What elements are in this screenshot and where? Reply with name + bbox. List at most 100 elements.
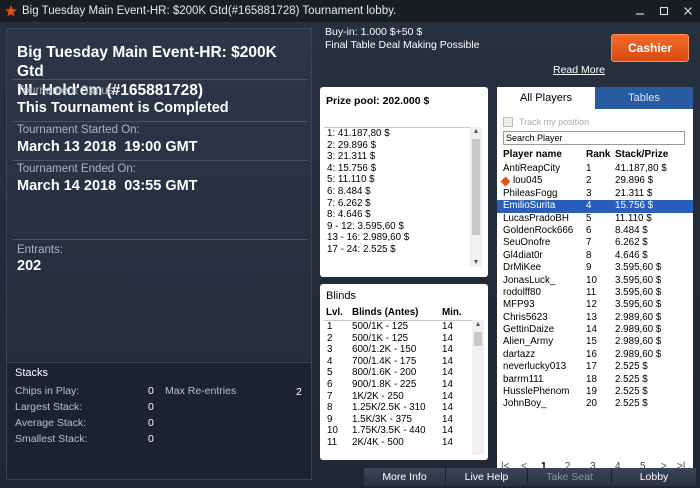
close-button[interactable] — [676, 0, 700, 22]
prize-pool-header: Prize pool: 202.000 $ — [326, 95, 430, 107]
player-stack-prize: 2.989,60 $ — [615, 336, 662, 348]
blinds-value: 900/1.8K - 225 — [352, 378, 417, 390]
blinds-level: 10 — [327, 425, 338, 437]
prize-row: 3: 21.311 $ — [327, 151, 376, 163]
average-stack-value: 0 — [148, 417, 154, 429]
player-rank: 11 — [586, 286, 597, 298]
search-player-input[interactable]: Search Player — [503, 131, 685, 145]
chips-in-play-label: Chips in Play: — [15, 385, 80, 397]
player-rank: 7 — [586, 237, 592, 249]
header-rank[interactable]: Rank — [586, 149, 610, 160]
blinds-scrollbar[interactable]: ▲ — [472, 320, 484, 455]
deal-making-text: Final Table Deal Making Possible — [325, 39, 480, 51]
player-name: SeuOnofre — [503, 237, 551, 249]
player-row[interactable]: barrm111 18 2.525 $ — [497, 374, 693, 386]
blinds-minutes: 14 — [442, 321, 453, 332]
header-stack-prize[interactable]: Stack/Prize — [615, 149, 668, 160]
player-stack-prize: 11.110 $ — [615, 212, 652, 224]
player-row[interactable]: EmilioSurita 4 15.756 $ — [497, 200, 693, 213]
scroll-thumb[interactable] — [474, 332, 482, 346]
player-rank: 8 — [586, 249, 592, 261]
player-row[interactable]: neverlucky013 17 2.525 $ — [497, 361, 693, 373]
player-stack-prize: 15.756 $ — [615, 200, 654, 212]
player-row[interactable]: lou045 2 29.896 $ — [497, 175, 693, 187]
blinds-minutes: 14 — [442, 413, 453, 425]
player-name: GoldenRock666 — [503, 224, 574, 236]
scroll-up-icon[interactable]: ▲ — [470, 128, 482, 135]
player-name: Chris5623 — [503, 311, 548, 323]
smallest-stack-label: Smallest Stack: — [15, 433, 88, 445]
ended-label: Tournament Ended On: — [17, 163, 136, 175]
player-row[interactable]: dartazz 16 2.989,60 $ — [497, 349, 693, 361]
blinds-minutes: 14 — [442, 402, 453, 414]
player-row[interactable]: HusslePhenom 19 2.525 $ — [497, 386, 693, 398]
blinds-value: 700/1.4K - 175 — [352, 355, 417, 367]
player-row[interactable]: DrMiKee 9 3.595,60 $ — [497, 262, 693, 274]
blinds-minutes: 14 — [442, 378, 453, 390]
blinds-row: 11 2K/4K - 500 14 — [324, 437, 482, 449]
average-stack-label: Average Stack: — [15, 417, 87, 429]
track-position[interactable]: Track my position — [503, 117, 589, 127]
blinds-level: 5 — [327, 367, 333, 379]
scroll-down-icon[interactable]: ▼ — [470, 259, 482, 266]
player-name: neverlucky013 — [503, 361, 567, 373]
player-row[interactable]: JohnBoy_ 20 2.525 $ — [497, 398, 693, 410]
maximize-button[interactable] — [652, 0, 676, 22]
blinds-header-blinds: Blinds (Antes) — [352, 307, 419, 318]
live-help-button[interactable]: Live Help — [446, 468, 528, 486]
player-row[interactable]: PhileasFogg 3 21.311 $ — [497, 188, 693, 200]
prize-row: 6: 8.484 $ — [327, 185, 371, 197]
take-seat-button[interactable]: Take Seat — [528, 468, 612, 486]
player-row[interactable]: Alien_Army 15 2.989,60 $ — [497, 336, 693, 348]
blinds-header-min: Min. — [442, 307, 462, 318]
blinds-row: 8 1.25K/2.5K - 310 14 — [324, 402, 482, 414]
close-icon — [684, 7, 692, 15]
player-row[interactable]: SeuOnofre 7 6.262 $ — [497, 237, 693, 249]
minimize-button[interactable] — [628, 0, 652, 22]
lobby-button[interactable]: Lobby — [612, 468, 696, 486]
player-rank: 12 — [586, 299, 597, 311]
player-row[interactable]: MFP93 12 3.595,60 $ — [497, 299, 693, 311]
players-list[interactable]: AntiReapCity 1 41.187,80 $ lou045 2 29.896 $ P… — [497, 163, 693, 411]
player-rank: 1 — [586, 163, 592, 174]
player-stack-prize: 3.595,60 $ — [615, 274, 662, 286]
blinds-level: 4 — [327, 355, 333, 367]
blinds-level: 9 — [327, 413, 333, 425]
player-row[interactable]: AntiReapCity 1 41.187,80 $ — [497, 163, 693, 175]
track-position-checkbox[interactable] — [503, 117, 513, 127]
scroll-up-icon[interactable]: ▲ — [472, 321, 484, 328]
player-name: barrm111 — [503, 373, 544, 385]
blinds-row: 1 500/1K - 125 14 — [324, 321, 482, 333]
entrants-value: 202 — [17, 258, 42, 274]
cashier-button[interactable]: Cashier — [611, 34, 689, 62]
blinds-row: 4 700/1.4K - 175 14 — [324, 356, 482, 368]
blinds-list[interactable]: 1 500/1K - 125 14 2 500/1K - 125 14 3 600/1.2K … — [324, 320, 482, 455]
scroll-thumb[interactable] — [472, 139, 480, 235]
player-row[interactable]: GettinDaize 14 2.989,60 $ — [497, 324, 693, 336]
player-row[interactable]: rodolff80 11 3.595,60 $ — [497, 287, 693, 299]
blinds-row: 2 500/1K - 125 14 — [324, 333, 482, 345]
blinds-value: 1K/2K - 250 — [352, 390, 404, 402]
more-info-button[interactable]: More Info — [364, 468, 446, 486]
prize-row: 8: 4.646 $ — [327, 209, 371, 221]
prize-row: 9 - 12: 3.595,60 $ — [327, 220, 404, 232]
player-row[interactable]: LucasPradoBH 5 11.110 $ — [497, 213, 693, 225]
prize-pool-list[interactable]: 1: 41.187,80 $2: 29.896 $3: 21.311 $4: 1… — [324, 127, 470, 267]
player-row[interactable]: JonasLuck_ 10 3.595,60 $ — [497, 275, 693, 287]
player-rank: 3 — [586, 187, 592, 199]
header-player-name[interactable]: Player name — [503, 149, 562, 160]
read-more-link[interactable]: Read More — [553, 64, 605, 76]
divider — [13, 79, 307, 80]
player-row[interactable]: Gl4diat0r 8 4.646 $ — [497, 250, 693, 262]
tab-tables[interactable]: Tables — [595, 87, 693, 109]
tab-all-players[interactable]: All Players — [497, 87, 595, 109]
player-row[interactable]: Chris5623 13 2.989,60 $ — [497, 312, 693, 324]
prize-pool-scrollbar[interactable]: ▲ ▼ — [470, 127, 482, 267]
blinds-value: 1.25K/2.5K - 310 — [352, 402, 426, 414]
max-reentries-value: 2 — [296, 386, 302, 398]
player-stack-prize: 29.896 $ — [615, 175, 654, 187]
player-row[interactable]: GoldenRock666 6 8.484 $ — [497, 225, 693, 237]
player-stack-prize: 2.989,60 $ — [615, 311, 662, 323]
blinds-minutes: 14 — [442, 344, 453, 356]
blinds-value: 500/1K - 125 — [352, 332, 409, 344]
